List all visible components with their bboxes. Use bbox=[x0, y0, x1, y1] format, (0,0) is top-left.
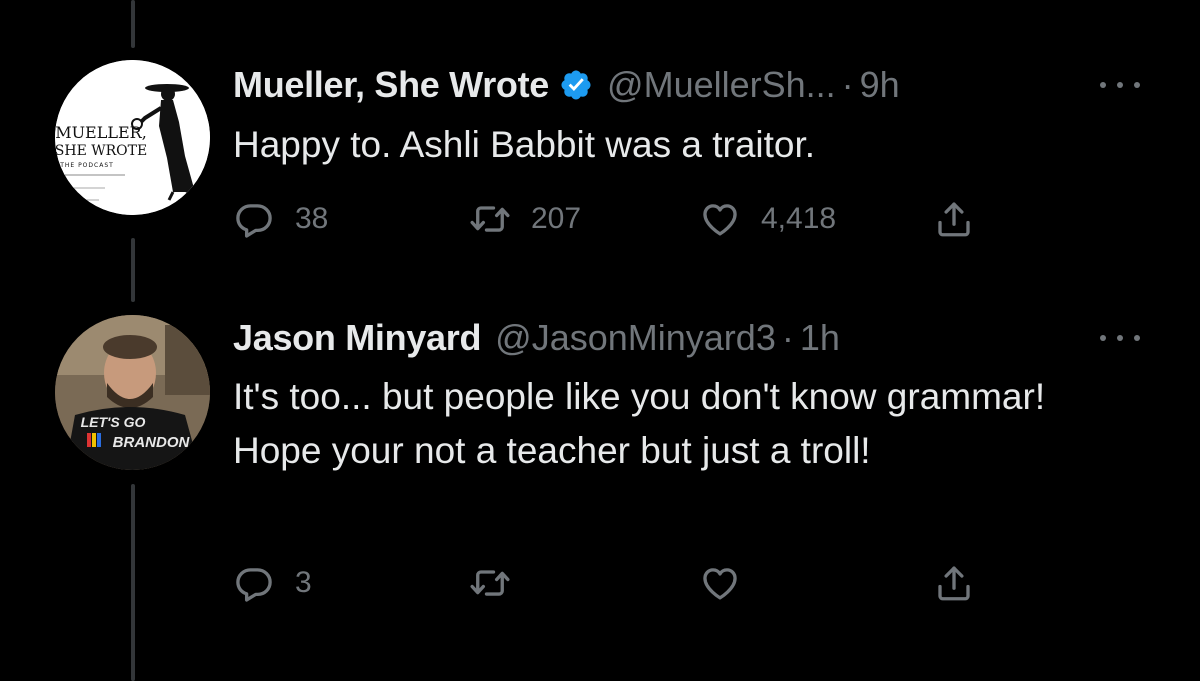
tweet-header: Jason Minyard @JasonMinyard3 · 1h bbox=[233, 318, 840, 358]
like-button[interactable] bbox=[699, 560, 761, 606]
tweet-2[interactable]: LET'S GO BRANDON Jason Minyard @JasonMin… bbox=[0, 0, 1200, 681]
reply-icon bbox=[236, 568, 272, 602]
user-handle[interactable]: @JasonMinyard3 bbox=[495, 318, 776, 358]
like-icon bbox=[703, 568, 737, 600]
timestamp[interactable]: 1h bbox=[800, 318, 840, 358]
retweet-button[interactable] bbox=[469, 560, 531, 606]
shirt-text-line1: LET'S GO bbox=[81, 414, 146, 430]
share-button[interactable] bbox=[933, 560, 975, 606]
separator-dot: · bbox=[781, 317, 794, 358]
tweet-actions: 3 bbox=[233, 560, 993, 606]
display-name[interactable]: Jason Minyard bbox=[233, 318, 481, 358]
share-icon bbox=[938, 566, 970, 601]
user-photo: LET'S GO BRANDON bbox=[55, 315, 210, 470]
tweet-text: It's too... but people like you don't kn… bbox=[233, 376, 1046, 471]
shirt-text-line2: BRANDON bbox=[113, 434, 191, 451]
more-options-icon[interactable] bbox=[1098, 328, 1142, 348]
reply-button[interactable]: 3 bbox=[233, 560, 312, 606]
reply-count: 3 bbox=[295, 566, 312, 599]
retweet-icon bbox=[470, 570, 510, 596]
avatar[interactable]: LET'S GO BRANDON bbox=[55, 315, 210, 470]
